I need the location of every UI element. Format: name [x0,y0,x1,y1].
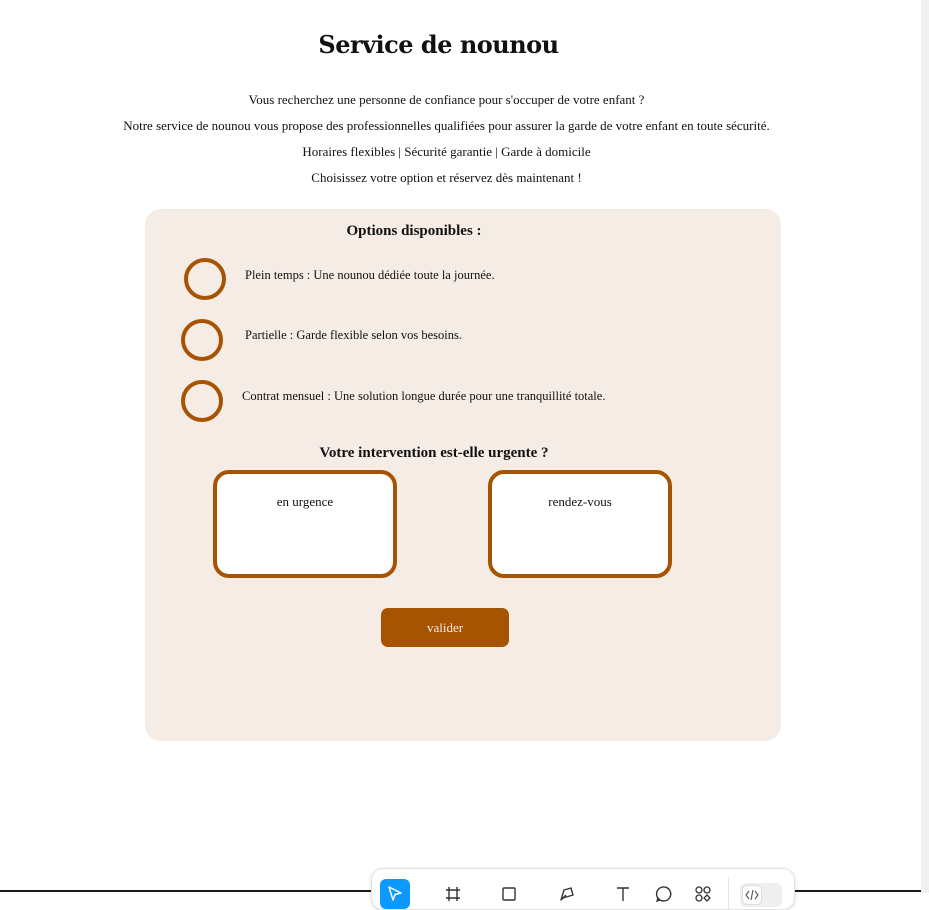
components-icon [694,879,712,907]
page-title: Service de nounou [318,30,559,59]
pen-icon [558,879,576,907]
urgency-title: Votre intervention est-elle urgente ? [319,445,549,461]
shape-tool-button[interactable] [494,879,524,909]
intro-question: Vous recherchez une personne de confianc… [248,92,645,107]
comment-bubble-icon [655,879,673,907]
options-title: Options disponibles : [346,223,482,239]
appointment-choice-label: rendez-vous [548,494,612,509]
option-full-time-label: Plein temps : Une nounou dédiée toute la… [245,268,495,282]
option-monthly-radio[interactable] [181,380,223,422]
text-icon [614,879,632,907]
move-tool-button[interactable] [380,879,410,909]
code-brackets-icon [745,886,759,905]
vertical-scrollbar[interactable] [921,0,929,893]
intro-description: Notre service de nounou vous propose des… [123,118,770,133]
appointment-choice-box[interactable]: rendez-vous [488,470,672,578]
frame-tool-button[interactable] [438,879,468,909]
dev-mode-knob [742,885,762,905]
toolbar-divider [728,877,729,909]
design-toolbar [371,868,795,910]
hash-frame-icon [444,879,462,907]
text-tool-button[interactable] [608,879,638,909]
intro-features: Horaires flexibles | Sécurité garantie |… [302,144,591,159]
cursor-arrow-icon [386,879,404,907]
option-monthly-label: Contrat mensuel : Une solution longue du… [242,389,606,403]
option-partial-label: Partielle : Garde flexible selon vos bes… [245,328,462,342]
rectangle-icon [500,879,518,907]
pen-tool-button[interactable] [552,879,582,909]
dev-mode-toggle[interactable] [740,883,782,907]
comment-tool-button[interactable] [649,879,679,909]
option-partial-radio[interactable] [181,319,223,361]
urgent-choice-box[interactable]: en urgence [213,470,397,578]
submit-button[interactable]: valider [381,608,509,647]
components-tool-button[interactable] [688,879,718,909]
option-full-time-radio[interactable] [184,258,226,300]
urgent-choice-label: en urgence [276,494,334,509]
intro-call-to-action: Choisissez votre option et réservez dès … [311,170,582,185]
